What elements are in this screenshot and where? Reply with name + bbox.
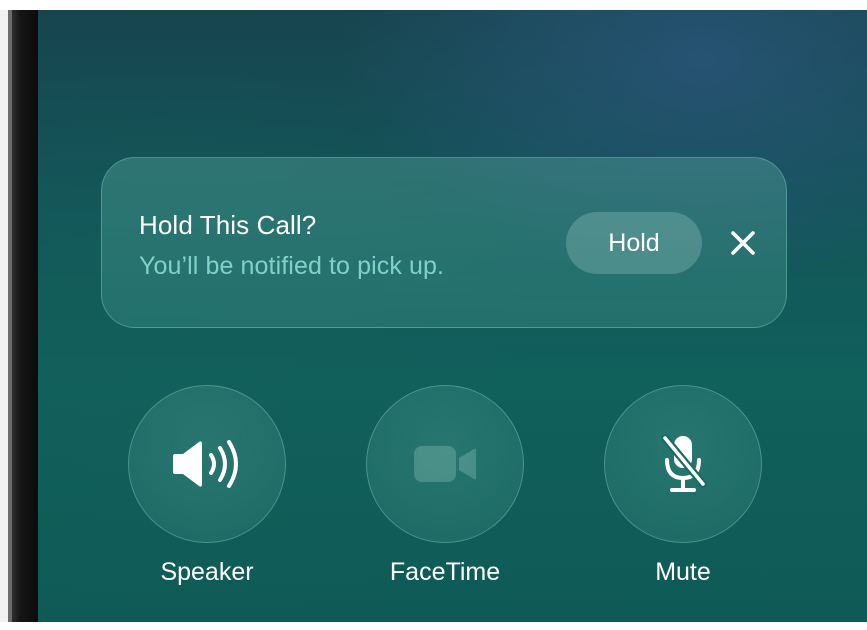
speaker-label: Speaker	[160, 558, 254, 586]
speaker-button[interactable]	[128, 385, 286, 543]
banner-subtitle: You’ll be notified to pick up.	[139, 252, 445, 280]
mute-button[interactable]	[604, 385, 762, 543]
page: Hold This Call? You’ll be notified to pi…	[0, 0, 867, 630]
video-camera-icon	[414, 446, 476, 482]
speaker-icon	[173, 440, 238, 488]
hold-button[interactable]: Hold	[566, 212, 702, 274]
bottom-margin	[0, 622, 867, 630]
facetime-label: FaceTime	[389, 558, 501, 586]
phone-frame	[8, 10, 38, 622]
microphone-slash-icon	[661, 434, 707, 492]
phone-frame-edge	[8, 10, 12, 622]
close-icon	[731, 231, 755, 255]
top-margin	[0, 0, 867, 10]
facetime-button[interactable]	[366, 385, 524, 543]
dismiss-button[interactable]	[726, 226, 760, 260]
mute-label: Mute	[655, 558, 711, 586]
banner-title: Hold This Call?	[139, 210, 317, 240]
